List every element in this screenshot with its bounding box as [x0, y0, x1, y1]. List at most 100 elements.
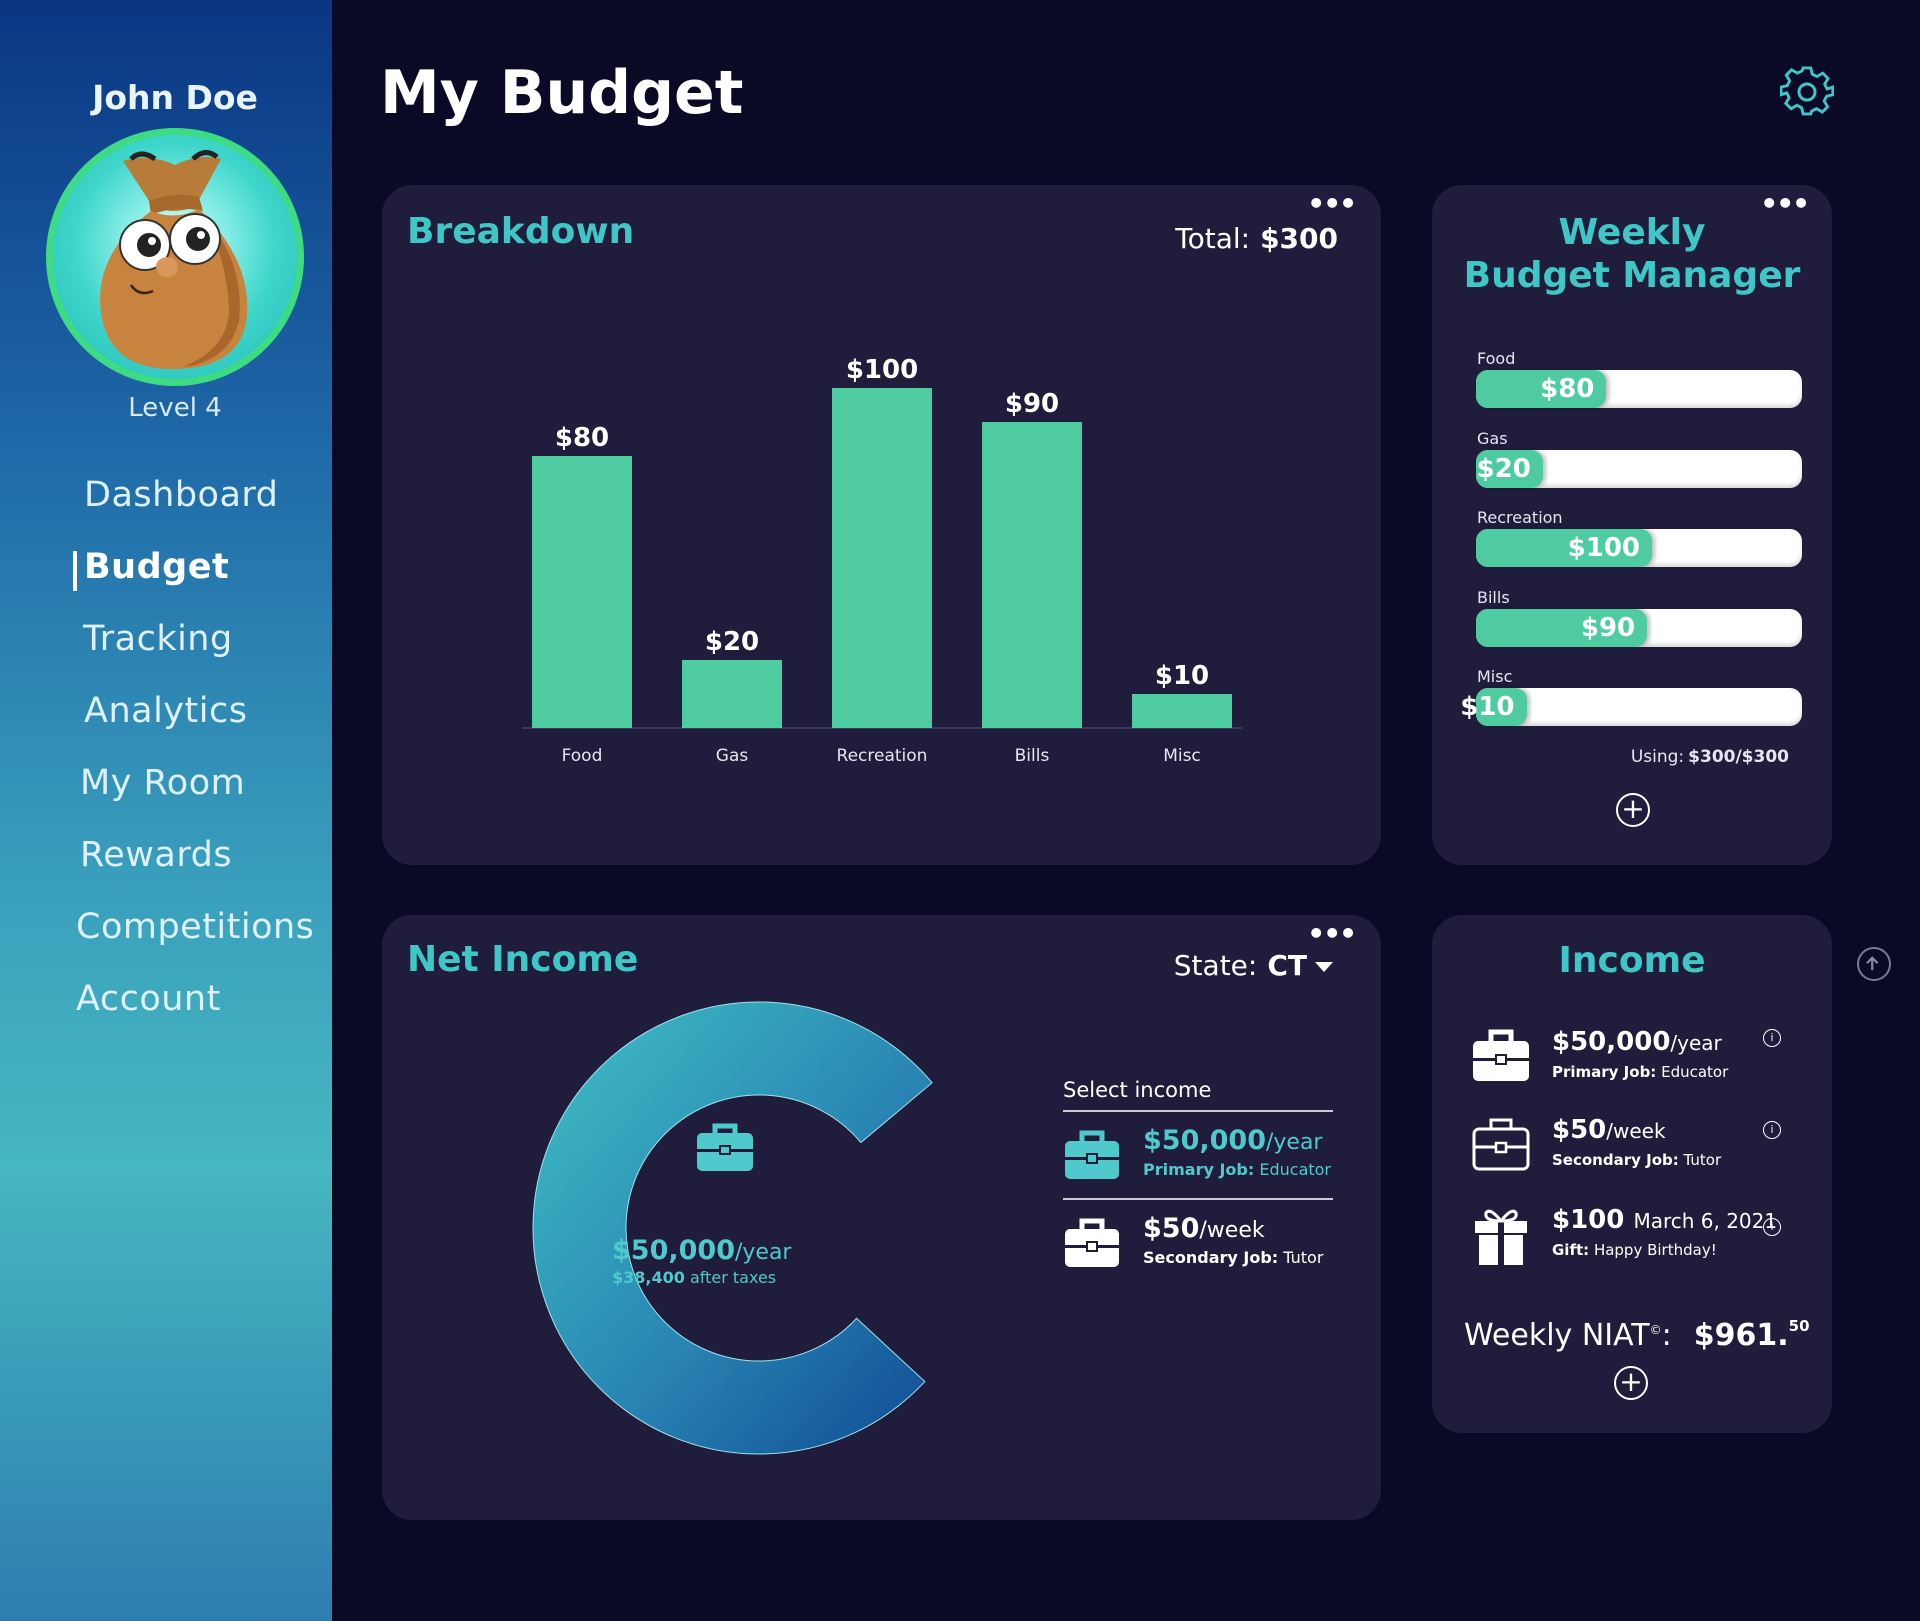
sidebar: John Doe Level 4 Dashboard Budget Tracki…	[0, 0, 332, 1621]
avatar[interactable]	[46, 128, 304, 386]
sidebar-item-tracking[interactable]: Tracking	[83, 619, 233, 659]
income-role: Primary Job:	[1552, 1063, 1657, 1081]
briefcase-icon	[1473, 1029, 1529, 1081]
income-amount: $50,000	[1552, 1027, 1671, 1057]
sidebar-item-analytics[interactable]: Analytics	[84, 691, 247, 731]
budget-slider-fill[interactable]: $20	[1476, 449, 1543, 488]
x-tick-label: Food	[562, 746, 603, 766]
option-amount: $50	[1143, 1213, 1200, 1244]
info-icon[interactable]: i	[1763, 1218, 1781, 1236]
budget-slider-fill[interactable]: $80	[1476, 370, 1607, 408]
budget-slider-fill[interactable]: $10	[1460, 688, 1527, 726]
using-label: Using:	[1630, 747, 1685, 767]
donut-arc	[532, 1001, 933, 1455]
budget-row-gas[interactable]: Gas $20	[1476, 429, 1802, 488]
bar-value-label: $80	[555, 423, 609, 453]
budget-slider-track[interactable]: $80	[1476, 370, 1802, 408]
budget-slider-track[interactable]: $100	[1476, 529, 1802, 567]
budget-slider-track[interactable]: $90	[1476, 608, 1802, 647]
niat-cents: 50	[1788, 1317, 1810, 1335]
breakdown-bar-chart: $80 Food $20 Gas $100 Recreation $90 Bills $10 Mi…	[522, 355, 1242, 766]
bar-recreation[interactable]	[832, 388, 932, 728]
briefcase-outline-icon	[1472, 1118, 1530, 1171]
income-option-secondary[interactable]: $50/week Secondary Job: Tutor	[1063, 1211, 1343, 1291]
budget-row-food[interactable]: Food $80	[1476, 349, 1802, 408]
income-unit: /week	[1606, 1119, 1666, 1143]
option-amount: $50,000	[1143, 1125, 1266, 1156]
income-card: Income $50,000/year Primary Job: Educato…	[1432, 915, 1832, 1433]
donut-amount: $50,000/year	[612, 1235, 791, 1266]
budget-slider-fill[interactable]: $90	[1476, 608, 1648, 647]
briefcase-icon	[697, 1123, 753, 1171]
income-detail: Happy Birthday!	[1593, 1241, 1717, 1259]
budget-slider-fill[interactable]: $100	[1476, 529, 1653, 567]
weekly-niat: Weekly NIAT©: $961.50	[1464, 1317, 1810, 1353]
page-title: My Budget	[380, 58, 744, 128]
budget-row-recreation[interactable]: Recreation $100	[1476, 508, 1802, 567]
income-option-primary[interactable]: $50,000/year Primary Job: Educator	[1063, 1123, 1343, 1203]
option-unit: /week	[1199, 1218, 1265, 1243]
weekly-budget-card: ••• Weekly Budget Manager Food $80 Gas $20 R…	[1432, 185, 1832, 865]
money-bag-mascot-icon	[100, 150, 248, 370]
weekly-budget-title-line1: Weekly	[1558, 212, 1706, 253]
option-detail: Educator	[1259, 1160, 1332, 1179]
bar-value-label: $100	[846, 355, 918, 385]
donut-after-value: $38,400	[612, 1268, 685, 1287]
info-icon[interactable]: i	[1763, 1029, 1781, 1047]
income-unit: /year	[1670, 1031, 1722, 1055]
x-tick-label: Misc	[1163, 746, 1201, 766]
bar-gas[interactable]	[682, 660, 782, 728]
income-role: Gift:	[1552, 1241, 1590, 1259]
income-detail: Tutor	[1683, 1151, 1722, 1169]
budget-usage: Using: $300/$300	[1631, 747, 1789, 767]
weekly-budget-title-line2: Budget Manager	[1463, 255, 1801, 296]
budget-row-label: Bills	[1477, 587, 1510, 607]
bar-food[interactable]	[532, 456, 632, 728]
income-amount: $100	[1552, 1205, 1625, 1235]
donut-amount-unit: /year	[734, 1240, 792, 1265]
budget-slider-track[interactable]: $10	[1460, 688, 1802, 726]
niat-label: Weekly NIAT	[1464, 1318, 1650, 1353]
option-role: Primary Job:	[1143, 1160, 1255, 1179]
income-detail: Educator	[1661, 1063, 1729, 1081]
donut-after-label: after taxes	[689, 1268, 777, 1287]
sidebar-item-my-room[interactable]: My Room	[80, 763, 245, 803]
budget-row-misc[interactable]: Misc $10	[1460, 667, 1802, 726]
scroll-up-icon[interactable]	[1857, 947, 1891, 981]
x-tick-label: Bills	[1015, 746, 1050, 766]
niat-value: $961.50	[1693, 1317, 1810, 1353]
breakdown-card: Breakdown ••• Total: $300 $80 Food $20 Gas $1…	[382, 185, 1381, 865]
select-income-title: Select income	[1063, 1078, 1212, 1102]
sidebar-item-competitions[interactable]: Competitions	[76, 907, 314, 947]
sidebar-item-dashboard[interactable]: Dashboard	[84, 475, 278, 515]
budget-slider-track[interactable]: $20	[1476, 449, 1802, 488]
bar-bills[interactable]	[982, 422, 1082, 728]
briefcase-icon	[1065, 1130, 1119, 1179]
option-detail: Tutor	[1283, 1248, 1324, 1267]
niat-dollars: $961.	[1693, 1318, 1789, 1353]
gear-icon[interactable]	[1780, 65, 1834, 119]
income-role: Secondary Job:	[1552, 1151, 1679, 1169]
user-name: John Doe	[92, 78, 258, 117]
sidebar-item-account[interactable]: Account	[76, 979, 221, 1019]
niat-colon: :	[1661, 1318, 1672, 1353]
net-income-card: Net Income ••• State: CT $50,000/year $38…	[382, 915, 1381, 1520]
budget-row-label: Food	[1477, 349, 1516, 368]
x-tick-label: Recreation	[837, 746, 928, 766]
budget-row-bills[interactable]: Bills $90	[1476, 588, 1802, 647]
briefcase-icon	[1065, 1218, 1119, 1267]
gift-icon	[1475, 1209, 1527, 1265]
add-income-button[interactable]: +	[1614, 1366, 1648, 1400]
niat-mark: ©	[1649, 1323, 1662, 1337]
sidebar-item-budget[interactable]: Budget	[72, 547, 229, 591]
income-title: Income	[1558, 940, 1706, 981]
budget-row-label: Recreation	[1477, 508, 1563, 527]
sidebar-item-rewards[interactable]: Rewards	[80, 835, 232, 875]
bar-misc[interactable]	[1132, 694, 1232, 728]
info-icon[interactable]: i	[1763, 1121, 1781, 1139]
bar-value-label: $10	[1155, 661, 1209, 691]
donut-amount-value: $50,000	[612, 1235, 735, 1266]
option-role: Secondary Job:	[1143, 1248, 1279, 1267]
add-budget-button[interactable]: +	[1616, 793, 1650, 827]
using-value: $300/$300	[1688, 747, 1789, 767]
